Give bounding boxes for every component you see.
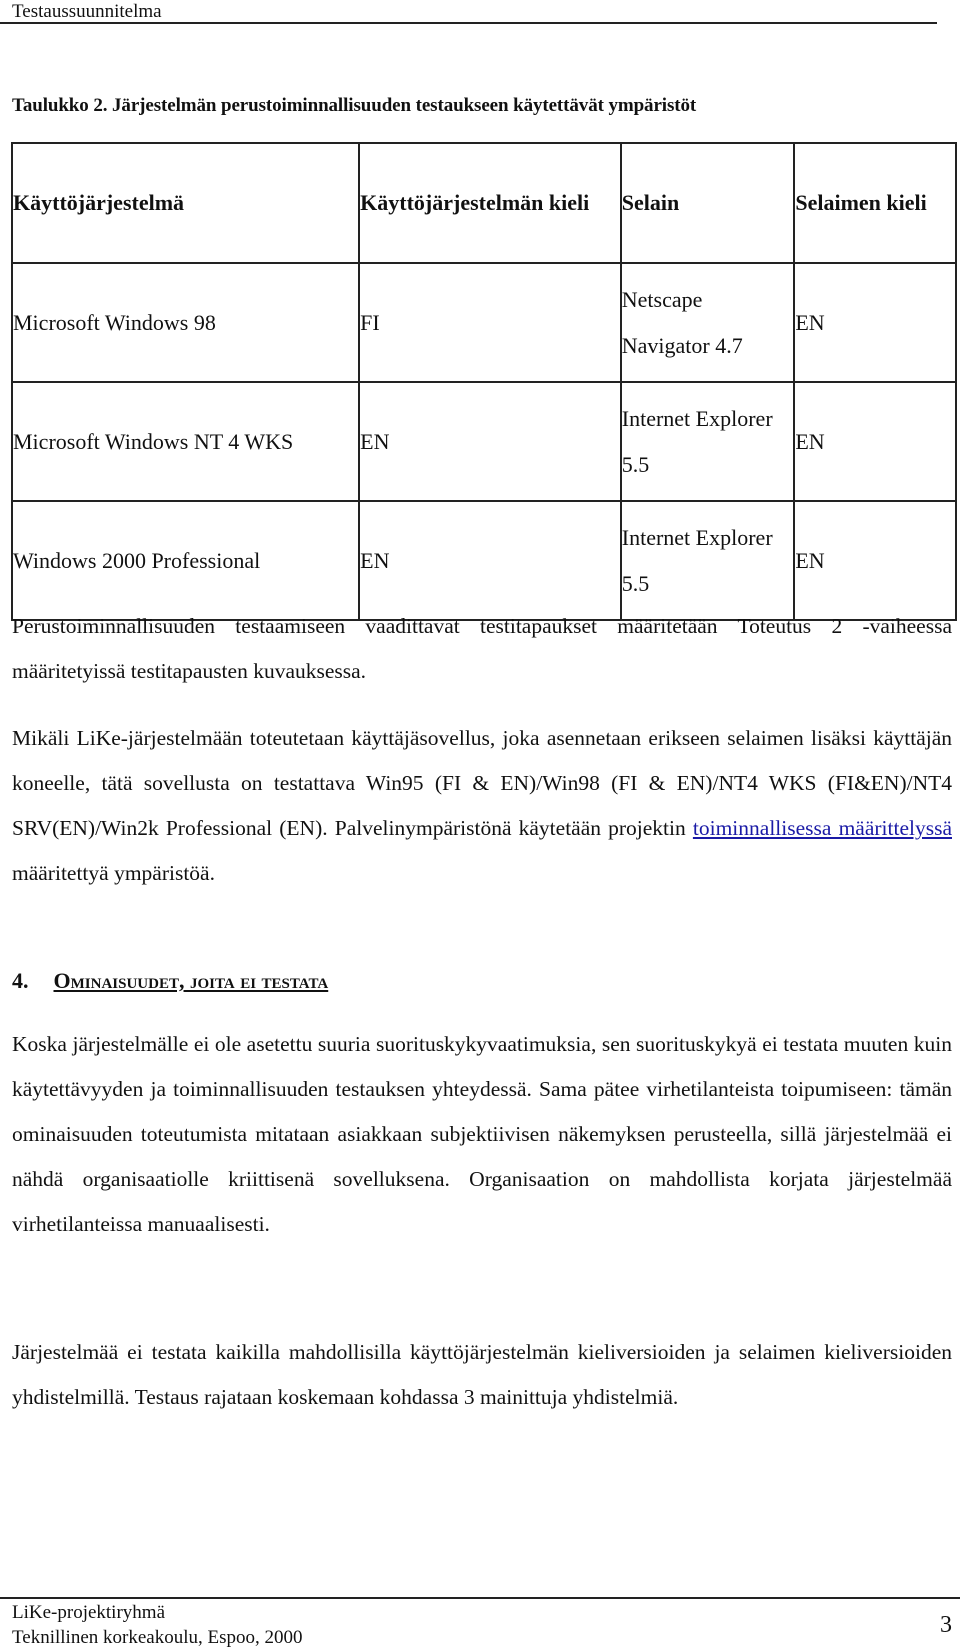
table-cell: FI (358, 262, 622, 383)
column-header: Käyttöjärjestelmän kieli (358, 142, 622, 264)
document-header-title: Testaussuunnitelma (12, 1, 162, 22)
table-cell: EN (793, 381, 957, 502)
table-cell: Microsoft Windows 98 (10, 262, 361, 383)
table-cell: Internet Explorer 5.5 (619, 381, 796, 502)
table-cell: EN (793, 262, 957, 383)
table-cell: Internet Explorer 5.5 (619, 500, 796, 621)
paragraph-text: määritettyä ympäristöä. (12, 861, 215, 885)
paragraph-user-application: Mikäli LiKe-järjestelmään toteutetaan kä… (12, 716, 952, 896)
table-cell: EN (358, 500, 622, 621)
table-cell: Microsoft Windows NT 4 WKS (10, 381, 361, 502)
table-cell: EN (358, 381, 622, 502)
footer-institution: Teknillinen korkeakoulu, Espoo, 2000 (12, 1627, 303, 1648)
section-title: Ominaisuudet, joita ei testata (53, 968, 329, 993)
paragraph-language-combinations: Järjestelmää ei testata kaikilla mahdoll… (12, 1340, 952, 1409)
table-row: Microsoft Windows NT 4 WKS EN Internet E… (10, 381, 957, 502)
paragraph-performance: Koska järjestelmälle ei ole asetettu suu… (12, 1032, 952, 1236)
page-number: 3 (940, 1612, 952, 1638)
paragraph-test-cases: Perustoiminnallisuuden testaamiseen vaad… (12, 614, 952, 683)
column-header: Selaimen kieli (793, 142, 957, 264)
functional-spec-link[interactable]: toiminnallisessa määrittelyssä (693, 816, 952, 840)
table-header-row: Käyttöjärjestelmä Käyttöjärjestelmän kie… (10, 142, 957, 264)
table-caption: Taulukko 2. Järjestelmän perustoiminnall… (12, 95, 697, 116)
footer-group: LiKe-projektiryhmä (12, 1602, 166, 1623)
table-cell: Windows 2000 Professional (10, 500, 361, 621)
section-number: 4. (12, 968, 29, 993)
table-cell: Netscape Navigator 4.7 (619, 262, 796, 383)
table-row: Microsoft Windows 98 FI Netscape Navigat… (10, 262, 957, 383)
footer-divider (0, 1597, 960, 1599)
column-header: Käyttöjärjestelmä (10, 142, 361, 264)
footer-info: LiKe-projektiryhmä Teknillinen korkeakou… (12, 1600, 302, 1650)
table-cell: EN (793, 500, 957, 621)
column-header: Selain (619, 142, 796, 264)
table-row: Windows 2000 Professional EN Internet Ex… (10, 500, 957, 621)
environments-table: Käyttöjärjestelmä Käyttöjärjestelmän kie… (10, 142, 957, 621)
section-heading: 4. Ominaisuudet, joita ei testata (12, 967, 328, 995)
header-divider (0, 22, 937, 24)
